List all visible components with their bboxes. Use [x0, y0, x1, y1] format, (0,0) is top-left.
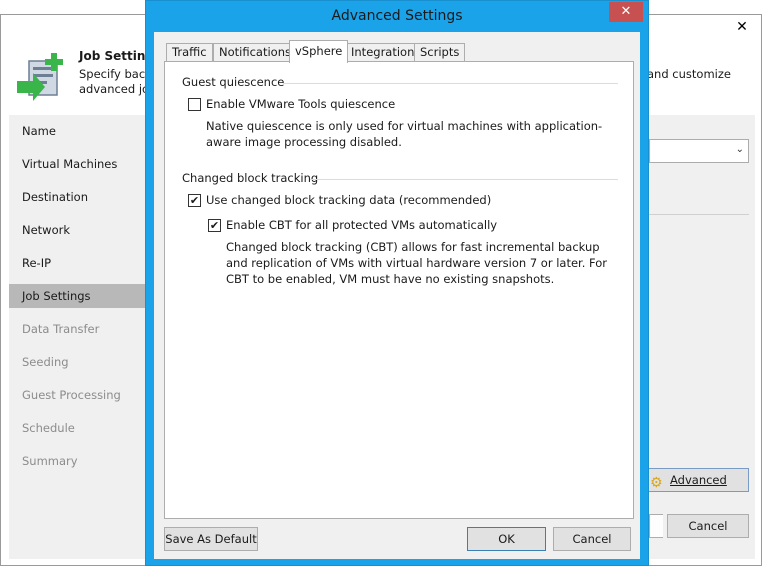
wizard-step-description-right: and customize [647, 67, 731, 81]
advanced-button-label: Advanced [670, 473, 727, 487]
nav-item-re-ip[interactable]: Re-IP [9, 251, 149, 275]
enable-cbt-label[interactable]: Enable CBT for all protected VMs automat… [226, 218, 497, 232]
chevron-down-icon: ⌄ [735, 144, 744, 155]
nav-item-guest-processing[interactable]: Guest Processing [9, 383, 149, 407]
dialog-body: Traffic Notifications vSphere Integratio… [154, 32, 640, 559]
job-settings-icon [17, 53, 63, 101]
dialog-cancel-button[interactable]: Cancel [553, 527, 631, 551]
gear-icon: ⚙ [650, 475, 663, 491]
wizard-cancel-button[interactable]: Cancel [667, 514, 749, 538]
use-cbt-label[interactable]: Use changed block tracking data (recomme… [206, 193, 491, 207]
nav-item-summary[interactable]: Summary [9, 449, 149, 473]
ok-button[interactable]: OK [467, 527, 546, 551]
tab-notifications[interactable]: Notifications [213, 43, 297, 62]
use-cbt-checkbox[interactable]: ✔ [188, 194, 201, 207]
nav-item-job-settings[interactable]: Job Settings [9, 284, 149, 308]
nav-item-seeding[interactable]: Seeding [9, 350, 149, 374]
nav-item-virtual-machines[interactable]: Virtual Machines [9, 152, 149, 176]
advanced-button[interactable]: ⚙ Advanced [643, 468, 749, 492]
wizard-nav: Name Virtual Machines Destination Networ… [9, 115, 149, 559]
settings-dropdown[interactable]: ⌄ [649, 139, 749, 163]
dialog-close-button[interactable]: ✕ [609, 2, 643, 22]
enable-cbt-checkbox[interactable]: ✔ [208, 219, 221, 232]
tab-vsphere[interactable]: vSphere [289, 40, 349, 63]
tab-integration[interactable]: Integration [345, 43, 421, 62]
save-as-default-button[interactable]: Save As Default [164, 527, 258, 551]
dialog-title: Advanced Settings [331, 8, 463, 24]
finish-button-partial[interactable] [649, 514, 663, 538]
vmware-tools-quiescence-checkbox[interactable] [188, 98, 201, 111]
group-divider [310, 179, 618, 180]
cbt-description: Changed block tracking (CBT) allows for … [226, 240, 608, 286]
wizard-close-button[interactable]: ✕ [728, 16, 756, 38]
nav-item-destination[interactable]: Destination [9, 185, 149, 209]
vmware-tools-quiescence-label[interactable]: Enable VMware Tools quiescence [206, 97, 395, 111]
nav-item-data-transfer[interactable]: Data Transfer [9, 317, 149, 341]
tab-scripts[interactable]: Scripts [414, 43, 466, 62]
nav-item-network[interactable]: Network [9, 218, 149, 242]
nav-item-name[interactable]: Name [9, 119, 149, 143]
guest-quiescence-description: Native quiescence is only used for virtu… [206, 119, 603, 149]
nav-item-schedule[interactable]: Schedule [9, 416, 149, 440]
divider [649, 214, 749, 215]
guest-quiescence-group-label: Guest quiescence [182, 75, 285, 89]
group-divider [283, 83, 618, 84]
advanced-settings-dialog: Advanced Settings ✕ Traffic Notification… [145, 0, 649, 566]
vsphere-tab-panel: Guest quiescence Enable VMware Tools qui… [164, 61, 634, 519]
tab-traffic[interactable]: Traffic [166, 43, 213, 62]
cbt-group-label: Changed block tracking [182, 171, 319, 185]
